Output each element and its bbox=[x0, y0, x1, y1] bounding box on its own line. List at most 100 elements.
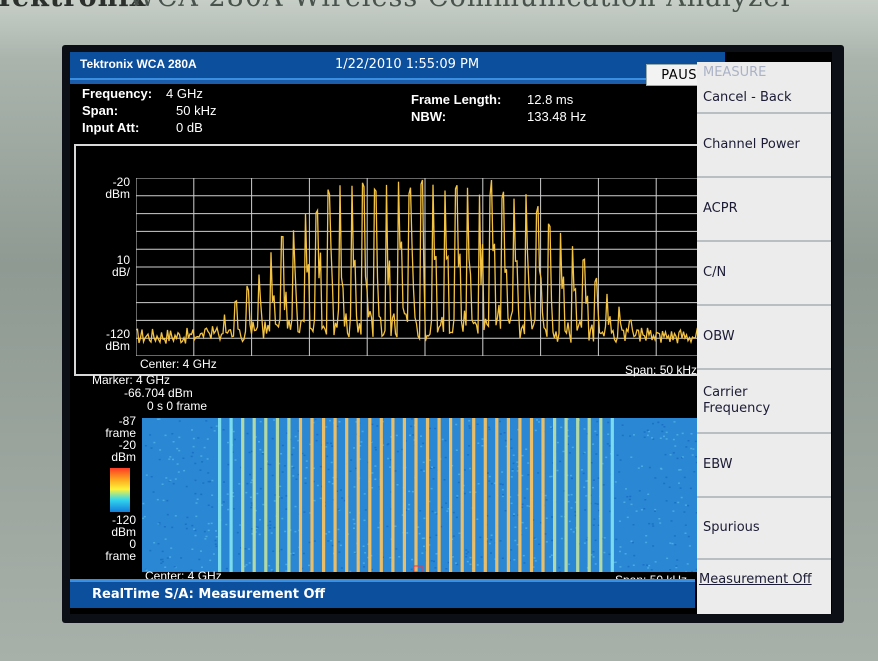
noise-speck bbox=[203, 446, 206, 449]
noise-speck bbox=[223, 481, 225, 483]
noise-speck bbox=[458, 473, 461, 476]
noise-speck bbox=[158, 458, 161, 461]
softkey-measurement-off[interactable]: Measurement Off bbox=[697, 560, 831, 614]
noise-speck bbox=[308, 541, 311, 544]
softkey-label: Measurement Off bbox=[699, 572, 812, 587]
noise-speck bbox=[191, 451, 194, 454]
noise-speck bbox=[633, 434, 635, 436]
noise-speck bbox=[476, 423, 479, 425]
noise-speck bbox=[313, 499, 316, 502]
noise-speck bbox=[514, 526, 517, 528]
noise-speck bbox=[171, 526, 174, 529]
softkey-carrier-frequency[interactable]: Carrier Frequency bbox=[697, 370, 831, 434]
noise-speck bbox=[246, 482, 249, 485]
noise-speck bbox=[678, 482, 680, 484]
marker-time-frame: 0 s 0 frame bbox=[147, 399, 208, 413]
noise-speck bbox=[454, 562, 457, 564]
noise-speck bbox=[659, 522, 662, 524]
scale-unit: dB/ bbox=[111, 265, 130, 279]
spectrogram-top-labels: -87 frame -20 dBm bbox=[84, 415, 136, 463]
analyzer-screen: Tektronix WCA 280A 1/22/2010 1:55:09 PM … bbox=[70, 52, 832, 614]
noise-speck bbox=[590, 554, 593, 556]
noise-speck bbox=[525, 527, 528, 529]
noise-speck bbox=[558, 566, 561, 569]
noise-speck bbox=[204, 538, 207, 540]
noise-speck bbox=[283, 465, 286, 467]
noise-speck bbox=[291, 465, 294, 468]
softkey-spurious[interactable]: Spurious bbox=[697, 498, 831, 560]
marker-readout: Marker: 4 GHz -66.704 dBm 0 s 0 frame bbox=[92, 374, 207, 413]
noise-speck bbox=[469, 563, 472, 566]
noise-speck bbox=[490, 539, 493, 541]
noise-speck bbox=[408, 490, 411, 493]
softkey-cn[interactable]: C/N bbox=[697, 242, 831, 306]
noise-speck bbox=[338, 541, 341, 543]
softkey-channel-power[interactable]: Channel Power bbox=[697, 114, 831, 178]
noise-speck bbox=[145, 474, 148, 476]
noise-speck bbox=[200, 493, 203, 496]
noise-speck bbox=[256, 526, 259, 529]
noise-speck bbox=[549, 426, 552, 428]
spectrogram-plot[interactable] bbox=[142, 418, 698, 572]
softkey-ebw[interactable]: EBW bbox=[697, 434, 831, 498]
noise-speck bbox=[521, 521, 524, 524]
softkey-label: ACPR bbox=[703, 201, 738, 216]
noise-speck bbox=[664, 453, 667, 456]
noise-speck bbox=[395, 548, 398, 550]
noise-speck bbox=[292, 552, 295, 554]
noise-speck bbox=[607, 433, 610, 435]
noise-speck bbox=[568, 452, 571, 454]
noise-speck bbox=[630, 503, 633, 506]
noise-speck bbox=[490, 534, 493, 536]
noise-speck bbox=[536, 419, 538, 421]
noise-speck bbox=[245, 491, 248, 494]
noise-speck bbox=[215, 530, 217, 532]
carrier-line bbox=[333, 418, 337, 572]
noise-speck bbox=[420, 445, 423, 448]
noise-speck bbox=[455, 423, 458, 426]
noise-speck bbox=[338, 421, 341, 423]
noise-speck bbox=[406, 532, 409, 534]
param-row-input-att: Input Att: 0 dB bbox=[82, 120, 216, 137]
noise-speck bbox=[523, 497, 526, 499]
noise-speck bbox=[270, 532, 273, 534]
noise-speck bbox=[164, 538, 167, 540]
noise-speck bbox=[259, 448, 262, 451]
noise-speck bbox=[671, 542, 674, 545]
noise-speck bbox=[445, 568, 448, 570]
noise-speck bbox=[171, 433, 174, 435]
noise-speck bbox=[142, 517, 145, 520]
noise-speck bbox=[430, 487, 433, 490]
noise-speck bbox=[207, 529, 210, 532]
noise-speck bbox=[465, 549, 468, 551]
noise-speck bbox=[352, 518, 355, 521]
noise-speck bbox=[592, 486, 594, 489]
softkey-obw[interactable]: OBW bbox=[697, 306, 831, 370]
noise-speck bbox=[567, 494, 570, 496]
noise-speck bbox=[327, 540, 330, 542]
noise-speck bbox=[534, 560, 537, 562]
noise-speck bbox=[423, 537, 426, 539]
noise-speck bbox=[292, 475, 295, 477]
noise-speck bbox=[681, 456, 684, 458]
noise-speck bbox=[294, 505, 297, 508]
noise-speck bbox=[665, 431, 668, 434]
noise-speck bbox=[361, 430, 364, 433]
noise-speck bbox=[650, 569, 653, 571]
noise-speck bbox=[681, 432, 684, 435]
noise-speck bbox=[605, 456, 608, 459]
spectrum-plot[interactable] bbox=[136, 178, 714, 356]
noise-speck bbox=[191, 429, 193, 431]
noise-speck bbox=[523, 562, 526, 564]
noise-speck bbox=[641, 465, 643, 467]
noise-speck bbox=[680, 496, 683, 499]
noise-speck bbox=[452, 535, 455, 537]
noise-speck bbox=[272, 550, 275, 552]
carrier-line bbox=[576, 418, 580, 572]
noise-speck bbox=[513, 559, 516, 561]
noise-speck bbox=[196, 498, 199, 500]
noise-speck bbox=[149, 434, 152, 436]
softkey-acpr[interactable]: ACPR bbox=[697, 178, 831, 242]
noise-speck bbox=[160, 562, 163, 564]
noise-speck bbox=[211, 506, 214, 508]
